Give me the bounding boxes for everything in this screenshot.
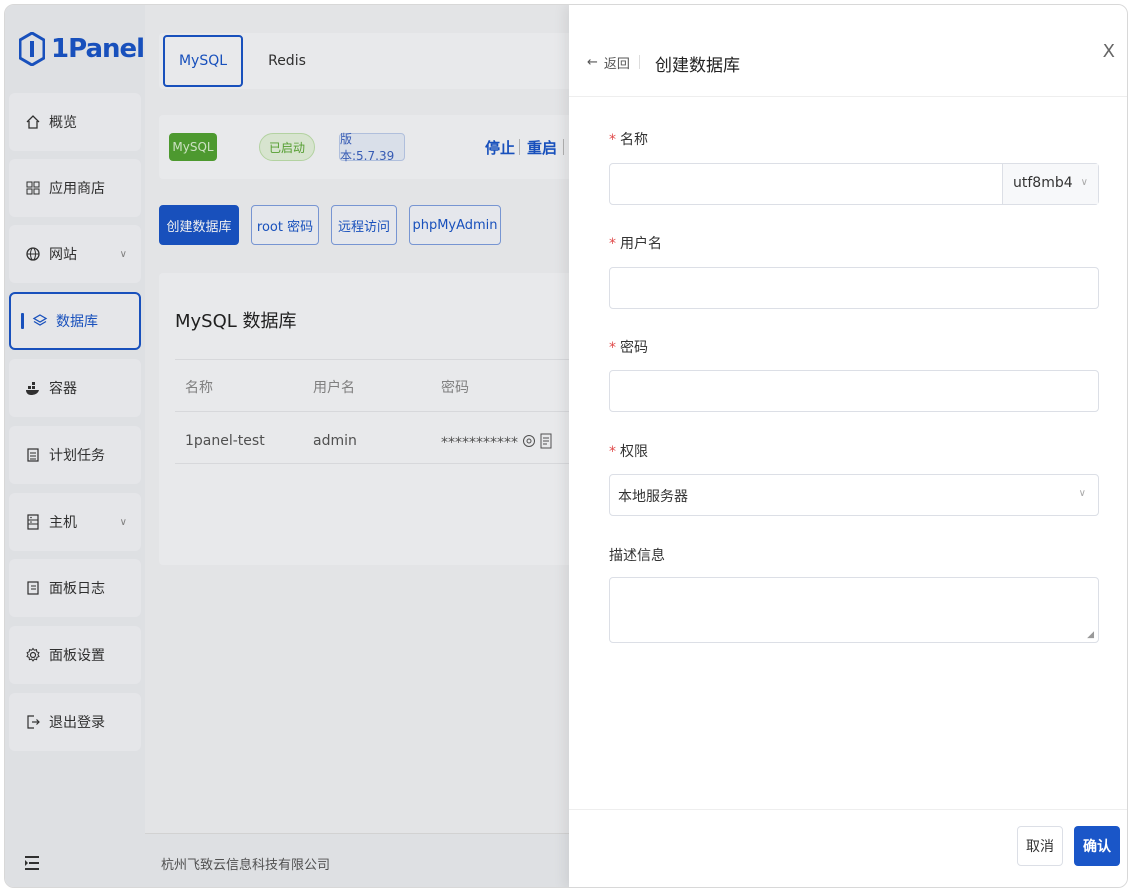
permission-label-text: 权限 [620, 444, 648, 460]
charset-value: utf8mb4 [1013, 175, 1073, 191]
password-field[interactable] [609, 370, 1099, 412]
description-label: 描述信息 [609, 548, 665, 564]
resize-handle-icon[interactable]: ◢ [1087, 630, 1094, 640]
username-label: * 用户名 [609, 233, 662, 253]
description-textarea[interactable]: ◢ [609, 577, 1099, 643]
drawer-footer: 取消 确认 [569, 809, 1127, 887]
charset-select[interactable]: utf8mb4 ∨ [1002, 164, 1098, 204]
required-mark: * [609, 444, 616, 460]
permission-label: * 权限 [609, 441, 648, 461]
name-label-text: 名称 [620, 132, 648, 148]
required-mark: * [609, 132, 616, 148]
drawer-title: 创建数据库 [655, 56, 740, 76]
back-label: 返回 [603, 57, 630, 72]
username-field[interactable] [609, 267, 1099, 309]
cancel-button[interactable]: 取消 [1017, 826, 1063, 866]
permission-select[interactable]: 本地服务器 ∨ [609, 474, 1099, 516]
back-button[interactable]: ← 返回 [587, 53, 630, 72]
close-icon[interactable]: X [1103, 41, 1115, 62]
create-database-drawer: ← 返回 创建数据库 X * 名称 utf8mb4 ∨ * 用户名 * 密码 * 权限 … [569, 5, 1127, 887]
required-mark: * [609, 340, 616, 356]
chevron-down-icon: ∨ [1078, 488, 1086, 499]
password-label-text: 密码 [620, 340, 648, 356]
arrow-left-icon: ← [587, 55, 598, 70]
username-label-text: 用户名 [620, 236, 662, 252]
name-field[interactable]: utf8mb4 ∨ [609, 163, 1099, 205]
confirm-button[interactable]: 确认 [1074, 826, 1120, 866]
password-label: * 密码 [609, 337, 648, 357]
divider [639, 55, 640, 69]
permission-value: 本地服务器 [618, 489, 688, 505]
name-label: * 名称 [609, 129, 648, 149]
chevron-down-icon: ∨ [1080, 177, 1088, 188]
app-window: 1Panel 概览 应用商店 网站 ∨ 数据库 容器 计划任务 主机 ∨ 面板日… [4, 4, 1128, 888]
required-mark: * [609, 236, 616, 252]
modal-overlay[interactable] [5, 5, 569, 887]
drawer-header: ← 返回 创建数据库 X [569, 5, 1127, 97]
